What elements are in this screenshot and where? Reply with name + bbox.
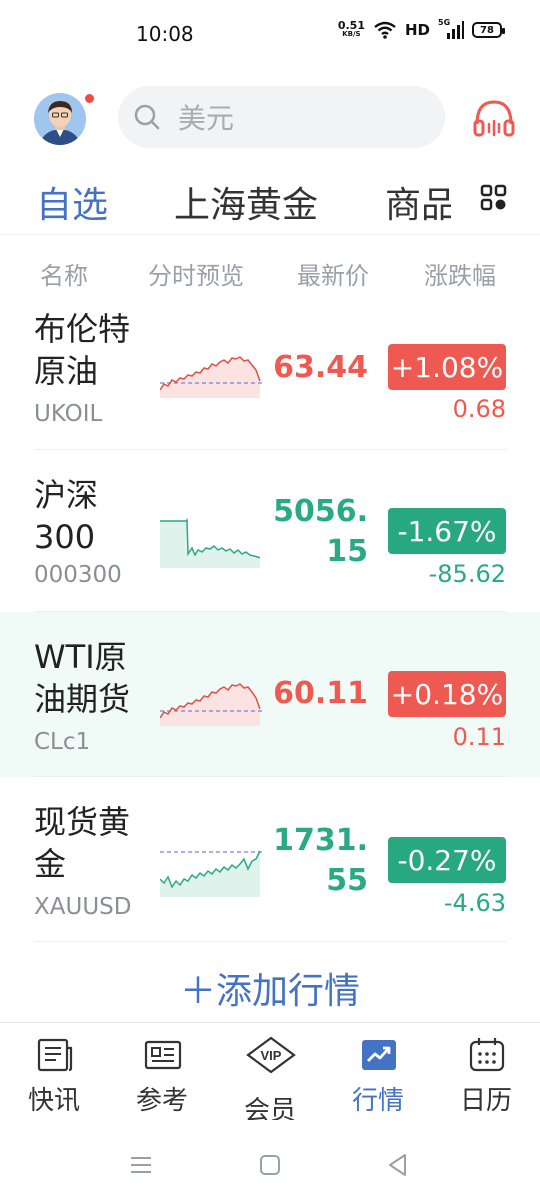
bottom-nav-divider [0,1022,540,1023]
user-avatar-icon [34,93,86,145]
tab-watchlist[interactable]: 自选 [36,176,108,228]
market-watchlist-screen: 10:08 0.51 KB/S HD 5G 78 美元 自选 上海黄金 商品 名… [0,0,540,1200]
calendar-icon [469,1038,505,1072]
quote-name-line2: 金 [34,845,67,883]
network-speed-unit: KB/S [342,30,361,38]
change-percent-badge[interactable]: -0.27% [388,837,506,883]
nav-label: 日历 [459,1086,512,1116]
quote-price: 5056. 15 [272,492,368,572]
tabs-divider [0,234,540,235]
system-nav-bar [0,1130,540,1200]
column-name[interactable]: 名称 [40,256,88,291]
category-tabs: 自选 上海黄金 商品 [0,170,540,230]
tab-commodities[interactable]: 商品 [385,176,451,228]
sparkline-chart [160,356,262,398]
column-header: 名称 分时预览 最新价 涨跌幅 [0,252,540,292]
nav-label: 快讯 [27,1086,80,1116]
search-icon [134,104,160,130]
sparkline-chart [160,850,262,897]
nav-item-calendar[interactable]: 日历 [432,1024,540,1120]
quote-price-line1: 63.44 [273,350,368,385]
tab-shanghai-gold[interactable]: 上海黄金 [174,176,318,228]
quote-price: 1731. 55 [272,821,368,901]
change-amount: 0.11 [452,723,506,751]
sparkline-chart [160,683,262,726]
quote-price-line1: 5056. [273,494,368,529]
search-placeholder: 美元 [178,102,235,135]
quote-name-line2: 300 [34,518,96,556]
change-percent-badge[interactable]: +1.08% [388,344,506,390]
quote-code: UKOIL [34,401,103,427]
quote-price: 63.44 [272,348,368,388]
quote-price-line1: 60.11 [273,676,368,711]
vip-icon: VIP [246,1036,296,1074]
nav-label: 行情 [351,1086,404,1116]
nav-item-vip[interactable]: VIP 会员 [216,1024,324,1120]
change-amount: 0.68 [452,395,506,423]
quote-name-line1: WTI原 [34,638,127,676]
nav-label: 参考 [135,1086,188,1116]
quote-name: 沪深 300 [34,474,98,558]
news-icon [37,1038,73,1072]
quote-row-ukoil[interactable]: 布伦特 原油 UKOIL 63.44 +1.08% 0.68 [0,298,540,450]
quote-name-line2: 原油 [34,352,99,390]
menu-icon[interactable] [126,1150,156,1180]
quote-row-clc1[interactable]: WTI原 油期货 CLc1 60.11 +0.18% 0.11 [0,612,540,777]
quote-code: 000300 [34,562,122,588]
quote-name-line1: 沪深 [34,476,99,514]
change-amount: -4.63 [443,889,506,917]
change-percent-badge[interactable]: -1.67% [388,508,506,554]
quote-row-000300[interactable]: 沪深 300 000300 5056. 15 -1.67% -85.62 [0,450,540,612]
status-time: 10:08 [136,22,194,46]
column-change-percent[interactable]: 涨跌幅 [424,256,496,291]
nav-item-news[interactable]: 快讯 [0,1024,108,1120]
battery-icon: 78 [472,22,505,38]
quote-name: WTI原 油期货 [34,636,130,720]
quote-name-line1: 布伦特 [34,310,131,348]
nav-item-reference[interactable]: 参考 [108,1024,216,1120]
avatar[interactable] [34,93,86,145]
change-amount: -85.62 [428,560,506,588]
column-trend-preview: 分时预览 [148,262,244,290]
row-divider [34,941,506,942]
hd-indicator: HD [404,21,430,39]
battery-level: 78 [480,24,494,36]
grid-menu-icon[interactable] [480,184,508,212]
bottom-nav: 快讯 参考 VIP 会员 行情 日历 [0,1024,540,1120]
quote-row-xauusd[interactable]: 现货黄 金 XAUUSD 1731. 55 -0.27% -4.63 [0,777,540,942]
column-latest-price[interactable]: 最新价 [297,256,369,291]
add-quote-button[interactable]: ＋添加行情 [0,962,540,1014]
change-percent-badge[interactable]: +0.18% [388,671,506,717]
cell-signal-icon: 5G [438,18,464,40]
network-speed: 0.51 KB/S [337,19,365,39]
quote-code: CLc1 [34,729,91,755]
quote-name-line1: 现货黄 [34,803,131,841]
quote-price-line2: 55 [326,863,368,898]
headphone-audio-icon[interactable] [472,96,516,140]
quote-price-line2: 15 [326,534,368,569]
quote-code: XAUUSD [34,894,132,920]
quote-name-line2: 油期货 [34,680,131,718]
status-indicators: 0.51 KB/S HD 5G 78 [337,18,505,40]
status-bar: 10:08 0.51 KB/S HD 5G 78 [0,0,540,68]
nav-label: 会员 [243,1096,296,1120]
notification-dot [83,92,96,105]
quote-name: 布伦特 原油 [34,308,130,392]
home-icon[interactable] [255,1150,285,1180]
reference-icon [144,1040,182,1070]
wifi-icon [374,21,396,39]
quote-price: 60.11 [272,674,368,714]
search-bar[interactable]: 美元 [118,86,445,148]
quote-price-line1: 1731. [273,823,368,858]
sparkline-chart [160,518,261,568]
svg-text:VIP: VIP [261,1048,282,1063]
network-speed-value: 0.51 [337,19,365,32]
back-icon[interactable] [383,1150,413,1180]
nav-item-market[interactable]: 行情 [324,1024,432,1120]
market-icon [362,1040,396,1070]
quote-name: 现货黄 金 [34,801,130,885]
